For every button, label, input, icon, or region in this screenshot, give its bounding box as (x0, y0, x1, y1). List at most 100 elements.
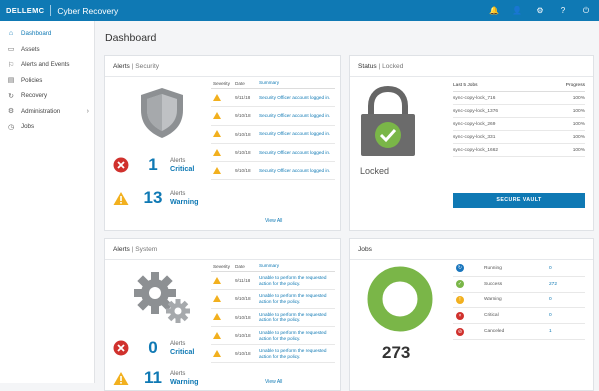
summary-link[interactable]: Unable to perform the requested action f… (259, 330, 335, 341)
sidebar-item-alerts-and-events[interactable]: ⚐ Alerts and Events (0, 57, 94, 73)
top-bar: DELLEMC Cyber Recovery 🔔 👤 ⚙? ⏻ (0, 0, 599, 21)
table-row[interactable]: 9/10/18 Unable to perform the requested a… (211, 345, 335, 364)
warning-alerts[interactable]: 13 Alerts Warning (113, 188, 198, 208)
table-row[interactable]: 9/11/18 Security Officer account logged i… (211, 89, 335, 108)
summary-link[interactable]: Security Officer account logged in. (259, 150, 335, 156)
table-row[interactable]: 9/10/18 Security Officer account logged i… (211, 162, 335, 181)
view-all-link[interactable]: View All (265, 218, 282, 224)
sidebar-item-jobs[interactable]: ◷ Jobs (0, 119, 94, 135)
chevron-right-icon: › (86, 107, 89, 115)
power-icon[interactable]: ⏻ (579, 5, 593, 16)
summary-link[interactable]: Unable to perform the requested action f… (259, 312, 335, 323)
table-row[interactable]: 9/10/18 Unable to perform the requested a… (211, 327, 335, 346)
column-header: Date (235, 80, 245, 86)
sidebar: ⌂ Dashboard ▭ Assets ⚐ Alerts and Events ▤ Poli… (0, 21, 95, 383)
logo-divider (50, 5, 52, 16)
lock-icon (361, 86, 415, 156)
help-icon[interactable]: ? (556, 5, 570, 16)
app-title: Cyber Recovery (57, 5, 119, 16)
job-name: sync-copy-lock_1662 (453, 147, 499, 153)
gear-icon[interactable]: ⚙ (533, 5, 547, 16)
summary-link[interactable]: Security Officer account logged in. (259, 168, 335, 174)
status-count[interactable]: 1 (549, 329, 552, 334)
card-title: Alerts | System (113, 246, 158, 253)
card-title: Status | Locked (358, 63, 404, 70)
user-icon[interactable]: 👤 (510, 5, 524, 16)
critical-alerts[interactable]: 0 Alerts Critical (113, 338, 194, 358)
assets-icon: ▭ (7, 46, 15, 54)
job-status-row[interactable]: ✓ Success 272 (453, 277, 585, 293)
job-progress: 100% (572, 108, 585, 114)
gears-icon (134, 272, 190, 323)
table-row[interactable]: 9/10/18 Security Officer account logged i… (211, 144, 335, 163)
column-header: Progress (565, 83, 585, 88)
table-row[interactable]: 9/10/18 Unable to perform the requested a… (211, 309, 335, 327)
view-all-link[interactable]: View All (265, 379, 282, 385)
job-status-row[interactable]: × Critical 0 (453, 308, 585, 325)
status-label: Canceled (484, 329, 505, 335)
secure-vault-button[interactable]: SECURE VAULT (453, 193, 585, 208)
table-row[interactable]: sync-copy-lock_716 100% (453, 92, 585, 105)
summary-link[interactable]: Unable to perform the requested action f… (259, 275, 335, 286)
sidebar-item-label: Jobs (21, 123, 35, 131)
sidebar-item-administration[interactable]: ⚙ Administration › (0, 104, 94, 120)
severity-cell (211, 93, 235, 102)
status-count[interactable]: 0 (549, 266, 552, 271)
sidebar-item-policies[interactable]: ▤ Policies (0, 73, 94, 89)
bell-icon[interactable]: 🔔 (487, 5, 501, 16)
critical-count: 1 (148, 155, 158, 174)
vault-state: Locked (360, 166, 390, 176)
sidebar-item-recovery[interactable]: ↻ Recovery (0, 88, 94, 104)
table-row[interactable]: sync-copy-lock_269 100% (453, 118, 585, 131)
date-cell: 9/10/18 (235, 314, 251, 320)
job-status-row[interactable]: ↻ Running 0 (453, 261, 585, 277)
table-row[interactable]: sync-copy-lock_331 100% (453, 131, 585, 144)
table-row[interactable]: sync-copy-lock_1662 100% (453, 144, 585, 157)
main-content: Dashboard Alerts | Security 1 Alerts Crit… (96, 21, 599, 391)
warning-alerts[interactable]: 11 Alerts Warning (113, 368, 198, 388)
job-status-row[interactable]: ⊘ Canceled 1 (453, 324, 585, 340)
summary-link[interactable]: Unable to perform the requested action f… (259, 348, 335, 359)
date-cell: 9/10/18 (235, 131, 251, 137)
job-status-row[interactable]: ! Warning 0 (453, 293, 585, 309)
job-name: sync-copy-lock_1376 (453, 108, 499, 114)
jobs-donut-chart (367, 266, 433, 332)
security-alerts-table: Severity Date Summary 9/11/18 Security Offic… (211, 78, 335, 181)
summary-link[interactable]: Security Officer account logged in. (259, 131, 335, 137)
last-jobs-table: Last 5 Jobs Progress sync-copy-lock_716 100… (453, 80, 585, 157)
table-row[interactable]: sync-copy-lock_1376 100% (453, 105, 585, 118)
warning-icon (213, 93, 221, 101)
status-label: Success (484, 281, 503, 287)
home-icon: ⌂ (8, 30, 14, 38)
status-count[interactable]: 272 (549, 282, 557, 287)
jobs-status-list: ↻ Running 0 ✓ Success 272! Warning 0 × Critical 0 ⊘… (453, 261, 585, 340)
severity-cell (211, 130, 235, 138)
sidebar-item-assets[interactable]: ▭ Assets (0, 42, 94, 58)
warning-icon (113, 191, 129, 205)
critical-alerts[interactable]: 1 Alerts Critical (113, 155, 194, 175)
sidebar-item-dashboard[interactable]: ⌂ Dashboard (0, 26, 94, 42)
summary-link[interactable]: Unable to perform the requested action f… (259, 293, 335, 304)
warning-icon (213, 276, 221, 284)
summary-link[interactable]: Security Officer account logged in. (259, 95, 335, 101)
critical-label: Alerts Critical (170, 158, 195, 173)
warning-label: Alerts Warning (170, 191, 199, 206)
card-title: Jobs (358, 246, 372, 253)
running-icon: ↻ (456, 264, 464, 273)
table-row[interactable]: 9/11/18 Unable to perform the requested a… (211, 272, 335, 291)
date-cell: 9/11/18 (235, 278, 251, 284)
summary-link[interactable]: Security Officer account logged in. (259, 113, 335, 119)
status-count[interactable]: 0 (549, 313, 552, 318)
critical-icon (113, 340, 129, 356)
table-row[interactable]: 9/10/18 Unable to perform the requested a… (211, 290, 335, 309)
table-header: Severity Date Summary (211, 261, 335, 272)
alerts-system-card: Alerts | System 0 Alerts Critical 11 Ale… (104, 238, 341, 391)
table-row[interactable]: 9/10/18 Security Officer account logged i… (211, 107, 335, 126)
warning-icon: ! (456, 295, 464, 304)
table-row[interactable]: 9/10/18 Security Officer account logged i… (211, 126, 335, 144)
card-title: Alerts | Security (113, 63, 160, 70)
severity-cell (211, 294, 235, 303)
critical-label: Alerts Critical (170, 341, 195, 356)
policies-icon: ▤ (7, 77, 15, 85)
status-count[interactable]: 0 (549, 297, 552, 302)
